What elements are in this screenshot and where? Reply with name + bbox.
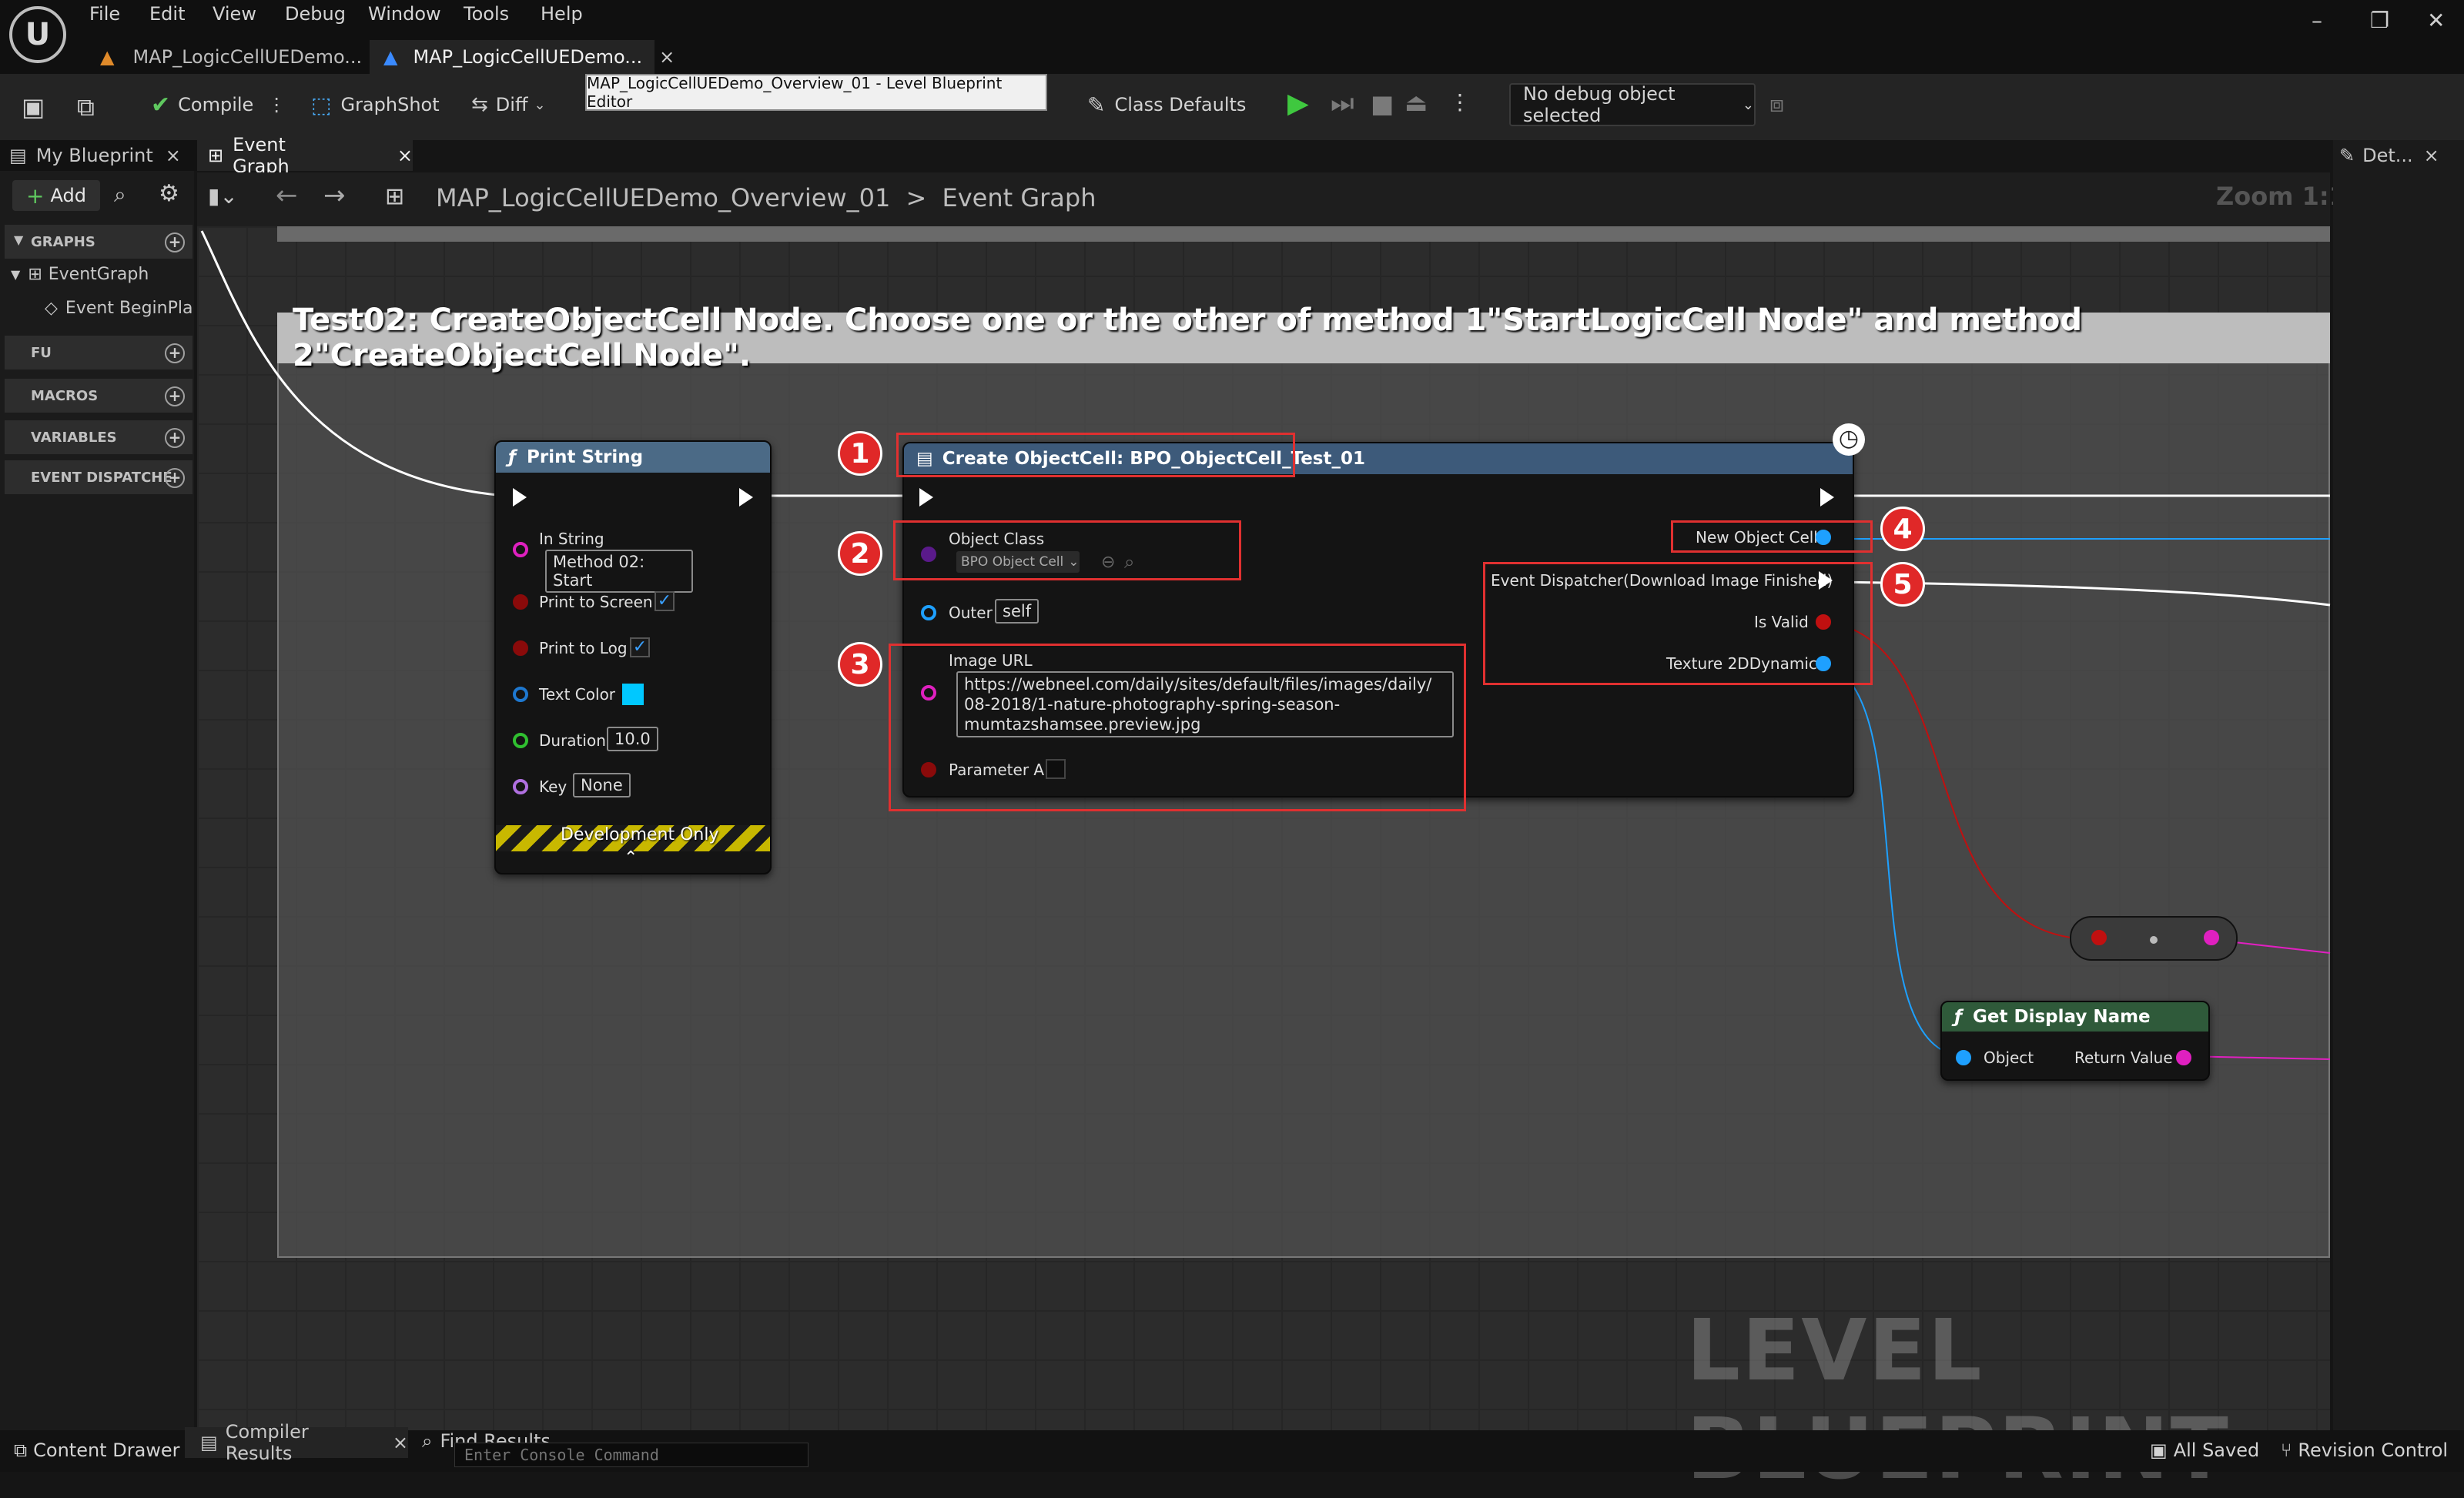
duration-field[interactable]: 10.0: [607, 727, 658, 751]
tooltip: MAP_LogicCellUEDemo_Overview_01 - Level …: [585, 74, 1047, 111]
function-icon: ƒ: [1954, 1007, 1963, 1027]
pin-label: Text Color: [539, 685, 616, 704]
pin-label: In String: [539, 530, 604, 548]
in-string-field[interactable]: Method 02: Start: [545, 550, 693, 593]
highlight-object-class: [893, 520, 1241, 580]
string-out-pin[interactable]: [2204, 930, 2219, 945]
callout-badge-3: 3: [838, 642, 882, 687]
bool-in-pin[interactable]: [2091, 930, 2107, 945]
node-title: Get Display Name: [1973, 1007, 2151, 1027]
pin-label: Print to Screen: [539, 593, 653, 611]
callout-badge-5: 5: [1880, 562, 1925, 607]
latent-clock-icon: ◷: [1833, 423, 1865, 456]
exec-out-pin[interactable]: [1820, 488, 1834, 507]
pin-label: Print to Log: [539, 639, 628, 657]
name-pin[interactable]: [513, 779, 528, 794]
compact-node-dot: [2150, 936, 2158, 944]
highlight-image-url: [889, 644, 1466, 811]
function-icon: ƒ: [508, 447, 517, 467]
highlight-outputs: [1483, 562, 1873, 685]
node-header: ƒ Print String: [496, 442, 770, 473]
object-pin[interactable]: [1956, 1050, 1971, 1065]
print-to-screen-checkbox[interactable]: ✓: [654, 591, 675, 611]
object-pin[interactable]: [921, 605, 936, 620]
development-only-label: Development Only: [561, 825, 719, 844]
bool-pin[interactable]: [513, 640, 528, 656]
callout-badge-2: 2: [838, 531, 882, 576]
node-title: Print String: [527, 447, 644, 467]
float-pin[interactable]: [513, 733, 528, 748]
compact-node[interactable]: [2070, 916, 2238, 961]
node-header: ƒ Get Display Name: [1942, 1002, 2208, 1032]
outer-field[interactable]: self: [995, 599, 1040, 624]
highlight-new-object-cell: [1671, 520, 1873, 553]
pin-label: Key: [539, 777, 567, 796]
callout-badge-4: 4: [1880, 507, 1925, 551]
color-pin[interactable]: [513, 687, 528, 702]
print-to-log-checkbox[interactable]: ✓: [630, 637, 650, 657]
collapse-caret-icon[interactable]: ⌃: [624, 848, 638, 868]
pin-label: Duration: [539, 731, 606, 750]
return-value-pin[interactable]: [2176, 1050, 2191, 1065]
bool-pin[interactable]: [513, 594, 528, 610]
pin-label: Object: [1984, 1048, 2034, 1067]
exec-out-pin[interactable]: [739, 488, 753, 507]
pin-label: Outer: [949, 604, 993, 622]
exec-in-pin[interactable]: [513, 488, 527, 507]
string-pin[interactable]: [513, 542, 528, 557]
print-string-node[interactable]: ƒ Print String In String Method 02: Star…: [494, 440, 772, 874]
text-color-swatch[interactable]: [622, 684, 644, 705]
get-display-name-node[interactable]: ƒ Get Display Name Object Return Value: [1940, 1001, 2210, 1081]
exec-in-pin[interactable]: [919, 488, 933, 507]
pin-label: Return Value: [2074, 1048, 2173, 1067]
highlight-node-title: [896, 433, 1295, 477]
callout-badge-1: 1: [838, 431, 882, 476]
key-field[interactable]: None: [573, 773, 631, 797]
